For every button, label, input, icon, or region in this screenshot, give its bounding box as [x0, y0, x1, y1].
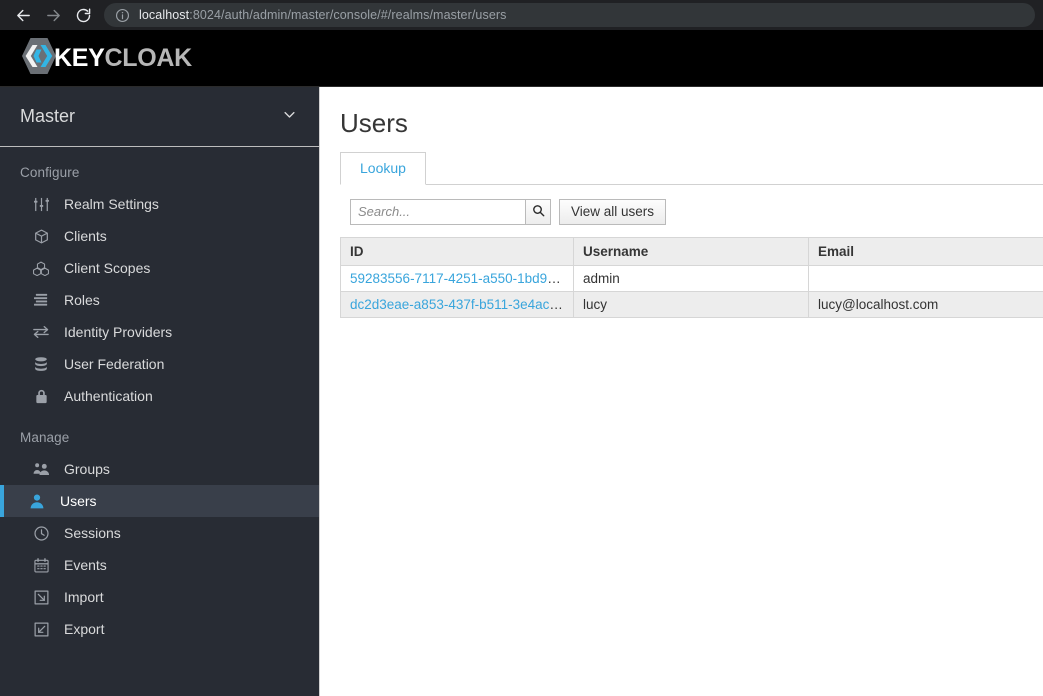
- realm-name: Master: [20, 106, 76, 126]
- cell-email: [808, 264, 1043, 292]
- cube-icon: [32, 229, 50, 244]
- url-text: localhost:8024/auth/admin/master/console…: [139, 8, 507, 22]
- calendar-icon: [32, 557, 50, 573]
- users-toolbar: View all users: [340, 185, 1043, 237]
- sidebar-item-label: Sessions: [64, 525, 121, 541]
- exchange-arrows-icon: [32, 325, 50, 339]
- sidebar-item-label: Export: [64, 621, 105, 637]
- export-arrow-icon: [32, 622, 50, 637]
- sidebar-item-users[interactable]: Users: [0, 485, 319, 517]
- keycloak-hexagon-logo: [22, 37, 56, 80]
- keycloak-logo-link[interactable]: KEYCLOAK: [22, 37, 192, 80]
- brand-name: KEYCLOAK: [54, 44, 192, 73]
- back-button[interactable]: [8, 0, 38, 30]
- sidebar-item-label: Roles: [64, 292, 100, 308]
- page-title: Users: [340, 108, 408, 138]
- sidebar-item-label: Events: [64, 557, 107, 573]
- column-header-username[interactable]: Username: [573, 236, 809, 266]
- search-group: [350, 198, 551, 225]
- list-bars-icon: [32, 293, 50, 307]
- brand-key: KEY: [54, 43, 105, 72]
- sidebar-item-events[interactable]: Events: [0, 549, 319, 581]
- sidebar-item-roles[interactable]: Roles: [0, 284, 319, 316]
- reload-icon: [75, 7, 92, 24]
- magnifier-icon: [532, 204, 545, 220]
- sidebar-item-export[interactable]: Export: [0, 613, 319, 645]
- clock-icon: [32, 525, 50, 541]
- browser-toolbar: localhost:8024/auth/admin/master/console…: [0, 0, 1043, 30]
- sidebar-item-clients[interactable]: Clients: [0, 220, 319, 252]
- users-table-head: ID Username Email: [340, 236, 1043, 266]
- users-table-wrapper: ID Username Email 59283556-7117-4251-a55…: [340, 236, 1043, 318]
- users-table: ID Username Email 59283556-7117-4251-a55…: [340, 236, 1043, 318]
- sidebar-item-label: Import: [64, 589, 104, 605]
- users-group-icon: [32, 462, 50, 476]
- sidebar-item-label: Realm Settings: [64, 196, 159, 212]
- database-icon: [32, 356, 50, 372]
- sidebar-item-label: User Federation: [64, 356, 165, 372]
- user-id-link[interactable]: dc2d3eae-a853-437f-b511-3e4ac8f1…: [350, 297, 573, 312]
- cell-email: lucy@localhost.com: [808, 290, 1043, 318]
- arrow-left-icon: [15, 7, 32, 24]
- main-content: Users Lookup View all users: [320, 87, 1043, 696]
- sidebar-item-label: Users: [60, 493, 97, 509]
- user-id-link[interactable]: 59283556-7117-4251-a550-1bd9bd1…: [350, 271, 573, 286]
- table-header-row: ID Username Email: [340, 236, 1043, 266]
- table-row: dc2d3eae-a853-437f-b511-3e4ac8f1… lucy l…: [340, 290, 1043, 318]
- tab-lookup[interactable]: Lookup: [340, 151, 426, 185]
- sidebar-item-identity-providers[interactable]: Identity Providers: [0, 316, 319, 348]
- reload-button[interactable]: [68, 0, 98, 30]
- import-arrow-icon: [32, 590, 50, 605]
- sidebar-item-label: Identity Providers: [64, 324, 173, 340]
- view-all-users-button[interactable]: View all users: [559, 198, 667, 225]
- arrow-right-icon: [45, 7, 62, 24]
- cubes-icon: [32, 261, 50, 276]
- cell-username: admin: [573, 264, 809, 292]
- users-table-body: 59283556-7117-4251-a550-1bd9bd1… admin d…: [340, 264, 1043, 318]
- column-header-email[interactable]: Email: [808, 236, 1043, 266]
- address-bar[interactable]: localhost:8024/auth/admin/master/console…: [104, 3, 1035, 27]
- sliders-icon: [32, 197, 50, 212]
- cell-id: dc2d3eae-a853-437f-b511-3e4ac8f1…: [340, 290, 574, 318]
- sidebar-item-groups[interactable]: Groups: [0, 453, 319, 485]
- page-body: Master Configure Realm Settings Clients …: [0, 87, 1043, 696]
- url-path: :8024/auth/admin/master/console/#/realms…: [189, 8, 507, 22]
- cell-id: 59283556-7117-4251-a550-1bd9bd1…: [340, 264, 574, 292]
- sidebar-item-client-scopes[interactable]: Client Scopes: [0, 252, 319, 284]
- sidebar-item-sessions[interactable]: Sessions: [0, 517, 319, 549]
- user-icon: [28, 494, 46, 509]
- search-button[interactable]: [525, 198, 551, 225]
- cell-username: lucy: [573, 290, 809, 318]
- sidebar-item-label: Authentication: [64, 388, 153, 404]
- sidebar-item-authentication[interactable]: Authentication: [0, 380, 319, 412]
- table-row: 59283556-7117-4251-a550-1bd9bd1… admin: [340, 264, 1043, 292]
- column-header-id[interactable]: ID: [340, 236, 574, 266]
- nav-section-manage-label: Manage: [20, 430, 70, 445]
- nav-section-configure-label: Configure: [20, 165, 80, 180]
- app-header: KEYCLOAK: [0, 30, 1043, 87]
- sidebar-item-user-federation[interactable]: User Federation: [0, 348, 319, 380]
- sidebar-item-label: Clients: [64, 228, 107, 244]
- search-input[interactable]: [350, 198, 525, 225]
- url-host: localhost: [139, 8, 190, 22]
- lock-icon: [32, 389, 50, 404]
- chevron-down-icon: [282, 107, 297, 127]
- brand-cloak: CLOAK: [104, 43, 193, 72]
- tab-bar: Lookup: [340, 151, 1043, 185]
- sidebar-item-label: Groups: [64, 461, 110, 477]
- sidebar-item-label: Client Scopes: [64, 260, 151, 276]
- realm-selector[interactable]: Master: [0, 87, 319, 147]
- sidebar-item-import[interactable]: Import: [0, 581, 319, 613]
- forward-button[interactable]: [38, 0, 68, 30]
- info-circle-icon[interactable]: [114, 7, 130, 23]
- sidebar-item-realm-settings[interactable]: Realm Settings: [0, 188, 319, 220]
- sidebar: Master Configure Realm Settings Clients …: [0, 87, 320, 696]
